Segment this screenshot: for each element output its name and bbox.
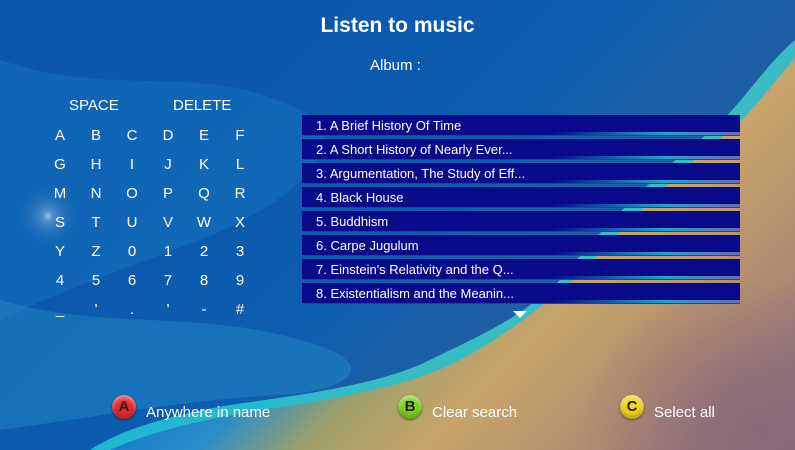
key-9[interactable]: 9	[222, 266, 258, 295]
album-list: 1. A Brief History Of Time 2. A Short Hi…	[302, 115, 740, 307]
key-x[interactable]: X	[222, 208, 258, 237]
album-item-label: 8. Existentialism and the Meanin...	[316, 286, 514, 301]
key-3[interactable]: 3	[222, 237, 258, 266]
key-z[interactable]: Z	[78, 237, 114, 266]
clear-search-label: Clear search	[432, 404, 518, 421]
key-4[interactable]: 4	[42, 266, 78, 295]
key-o[interactable]: O	[114, 179, 150, 208]
anywhere-in-name-button[interactable]: A Anywhere in name	[112, 392, 270, 421]
key-j[interactable]: J	[150, 150, 186, 179]
delete-key[interactable]: DELETE	[173, 97, 231, 114]
album-search-label: Album :	[370, 57, 421, 74]
album-item[interactable]: 3. Argumentation, The Study of Eff...	[302, 163, 740, 184]
key-2[interactable]: 2	[186, 237, 222, 266]
key-apostrophe[interactable]: '	[78, 295, 114, 324]
album-item[interactable]: 7. Einstein's Relativity and the Q...	[302, 259, 740, 280]
key-8[interactable]: 8	[186, 266, 222, 295]
album-item-label: 3. Argumentation, The Study of Eff...	[316, 166, 526, 181]
key-r[interactable]: R	[222, 179, 258, 208]
album-item[interactable]: 8. Existentialism and the Meanin...	[302, 283, 740, 304]
album-item[interactable]: 4. Black House	[302, 187, 740, 208]
key-1[interactable]: 1	[150, 237, 186, 266]
button-b-icon: B	[398, 394, 422, 419]
album-item-label: 7. Einstein's Relativity and the Q...	[316, 262, 514, 277]
key-l[interactable]: L	[222, 150, 258, 179]
anywhere-in-name-label: Anywhere in name	[146, 404, 271, 421]
clear-search-button[interactable]: B Clear search	[398, 392, 517, 421]
album-item-label: 1. A Brief History Of Time	[316, 118, 462, 133]
key-h[interactable]: H	[78, 150, 114, 179]
key-7[interactable]: 7	[150, 266, 186, 295]
key-period[interactable]: .	[114, 295, 150, 324]
album-item-label: 5. Buddhism	[316, 214, 389, 229]
key-n[interactable]: N	[78, 179, 114, 208]
button-c-icon: C	[620, 394, 644, 419]
key-underscore[interactable]: _	[42, 295, 78, 324]
key-quote[interactable]: '	[150, 295, 186, 324]
select-all-label: Select all	[654, 404, 715, 421]
key-b[interactable]: B	[78, 121, 114, 150]
key-hyphen[interactable]: -	[186, 295, 222, 324]
key-y[interactable]: Y	[42, 237, 78, 266]
select-all-button[interactable]: C Select all	[620, 392, 715, 421]
key-e[interactable]: E	[186, 121, 222, 150]
key-s[interactable]: S	[42, 208, 78, 237]
key-q[interactable]: Q	[186, 179, 222, 208]
button-a-icon: A	[112, 394, 136, 419]
space-key[interactable]: SPACE	[69, 97, 119, 114]
album-item-label: 6. Carpe Jugulum	[316, 238, 419, 253]
key-w[interactable]: W	[186, 208, 222, 237]
key-f[interactable]: F	[222, 121, 258, 150]
key-m[interactable]: M	[42, 179, 78, 208]
album-item[interactable]: 2. A Short History of Nearly Ever...	[302, 139, 740, 160]
key-0[interactable]: 0	[114, 237, 150, 266]
key-t[interactable]: T	[78, 208, 114, 237]
page-title: Listen to music	[320, 14, 475, 37]
on-screen-keyboard: A B C D E F G H I J K L M N O P Q R S T …	[42, 121, 258, 324]
key-c[interactable]: C	[114, 121, 150, 150]
key-hash[interactable]: #	[222, 295, 258, 324]
key-6[interactable]: 6	[114, 266, 150, 295]
album-item[interactable]: 6. Carpe Jugulum	[302, 235, 740, 256]
key-d[interactable]: D	[150, 121, 186, 150]
album-item-label: 2. A Short History of Nearly Ever...	[316, 142, 513, 157]
album-item[interactable]: 5. Buddhism	[302, 211, 740, 232]
key-g[interactable]: G	[42, 150, 78, 179]
key-k[interactable]: K	[186, 150, 222, 179]
album-item-label: 4. Black House	[316, 190, 404, 205]
key-i[interactable]: I	[114, 150, 150, 179]
key-u[interactable]: U	[114, 208, 150, 237]
scroll-down-arrow-icon[interactable]	[513, 311, 527, 318]
key-5[interactable]: 5	[78, 266, 114, 295]
key-a[interactable]: A	[42, 121, 78, 150]
key-p[interactable]: P	[150, 179, 186, 208]
album-item[interactable]: 1. A Brief History Of Time	[302, 115, 740, 136]
key-v[interactable]: V	[150, 208, 186, 237]
